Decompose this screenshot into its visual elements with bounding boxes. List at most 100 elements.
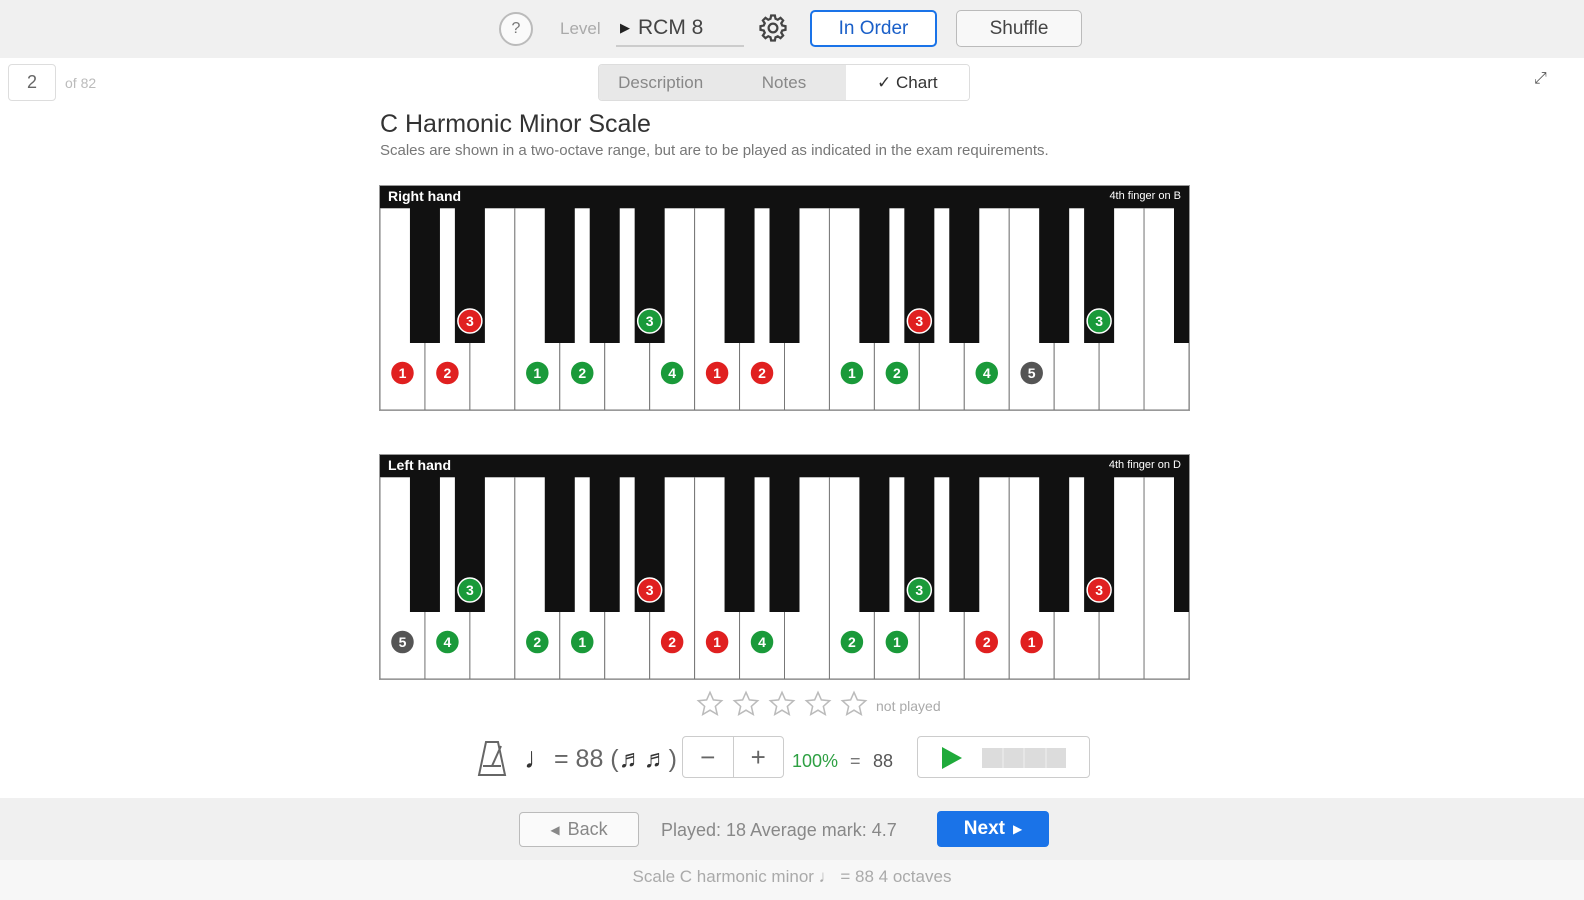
left-hand-keyboard: Left hand 4th finger on D 5 4 2 1 2 1 4 2 1 2 1 3 3 3… (379, 454, 1190, 680)
in-order-button[interactable]: In Order (810, 10, 937, 47)
finger-marker: 4 (659, 360, 685, 386)
svg-text:1: 1 (713, 365, 721, 381)
piano-keys: 5 4 2 1 2 1 4 2 1 2 1 3 3 3 3 (380, 477, 1189, 679)
next-label: Next (963, 818, 1005, 839)
star-icon[interactable] (768, 690, 796, 718)
svg-text:3: 3 (646, 582, 654, 598)
expand-icon[interactable]: ⤢ (1534, 70, 1554, 90)
tempo-suffix: ) (668, 744, 677, 773)
shuffle-button[interactable]: Shuffle (956, 10, 1082, 47)
level-value: RCM 8 (638, 16, 704, 39)
metronome-icon[interactable] (476, 738, 508, 778)
finger-marker: 3 (457, 308, 483, 334)
tab-description[interactable]: Description (599, 65, 723, 100)
item-index-input[interactable]: 2 (8, 64, 56, 101)
finger-marker: 2 (839, 629, 865, 655)
tab-chart[interactable]: ✓ Chart (845, 65, 969, 100)
tempo-prefix: = 88 ( (554, 744, 619, 773)
tempo-increase-button[interactable]: + (732, 737, 784, 777)
black-key (544, 477, 575, 612)
keyboard-header: Right hand 4th finger on B (380, 186, 1189, 208)
svg-text:3: 3 (646, 313, 654, 329)
back-arrow-icon: ◀ (550, 822, 560, 837)
svg-text:4: 4 (668, 365, 676, 381)
star-icon[interactable] (804, 690, 832, 718)
svg-text:3: 3 (466, 313, 474, 329)
black-key (724, 477, 755, 612)
black-key (859, 208, 890, 343)
tempo-stepper: − + (682, 736, 784, 778)
svg-text:2: 2 (848, 634, 856, 650)
finger-marker: 2 (524, 629, 551, 655)
black-key (589, 208, 620, 343)
tempo-label: ♩ = 88 ( ♬♬ ) (524, 742, 677, 776)
finger-marker: 4 (974, 360, 1000, 386)
playback-progress[interactable] (982, 748, 1066, 768)
svg-text:3: 3 (1095, 582, 1103, 598)
finger-marker: 2 (659, 629, 685, 655)
back-label: Back (567, 819, 608, 839)
stats-text: Played: 18 Average mark: 4.7 (661, 820, 897, 840)
finger-marker: 2 (569, 360, 595, 386)
finger-marker: 1 (389, 360, 416, 386)
footer-summary: Scale C harmonic minor ♩ = 88 4 octaves (0, 860, 1584, 900)
finger-marker: 2 (974, 629, 1000, 655)
black-key (1039, 477, 1070, 612)
play-icon[interactable] (938, 745, 964, 771)
back-button[interactable]: ◀ Back (519, 812, 639, 847)
svg-text:2: 2 (444, 365, 452, 381)
svg-text:3: 3 (915, 582, 923, 598)
black-key (1174, 477, 1189, 612)
view-tabs: Description Notes ✓ Chart (598, 64, 970, 101)
star-icon[interactable] (732, 690, 760, 718)
black-key (949, 477, 980, 612)
next-button[interactable]: Next ▶ (937, 811, 1049, 847)
level-label: Level (560, 19, 601, 38)
black-key (859, 477, 890, 612)
finger-marker: 1 (524, 360, 551, 386)
black-key (409, 477, 440, 612)
svg-text:1: 1 (399, 365, 407, 381)
black-key (724, 208, 755, 343)
tempo-equals: = (850, 751, 861, 771)
svg-text:1: 1 (533, 365, 541, 381)
star-icon[interactable] (696, 690, 724, 718)
svg-text:3: 3 (915, 313, 923, 329)
svg-text:1: 1 (1028, 634, 1036, 650)
bottom-nav: ◀ Back Played: 18 Average mark: 4.7 Next… (0, 798, 1584, 860)
black-key (589, 477, 620, 612)
rhythm-icon: ♬♬ (618, 744, 669, 773)
finger-marker: 4 (749, 629, 775, 655)
tab-notes[interactable]: Notes (722, 65, 846, 100)
level-dropdown[interactable]: ▶ RCM 8 (616, 11, 744, 47)
play-triangle-icon: ▶ (620, 20, 630, 35)
right-hand-keyboard: Right hand 4th finger on B 1 2 1 2 4 1 2 1 2 4 5 3 3… (379, 185, 1190, 411)
svg-text:2: 2 (983, 634, 991, 650)
next-arrow-icon: ▶ (1012, 822, 1023, 836)
black-key (769, 208, 800, 343)
finger-marker: 1 (704, 629, 730, 655)
help-icon: ? (511, 20, 521, 37)
help-button[interactable]: ? (499, 12, 533, 46)
finger-marker: 1 (569, 629, 595, 655)
star-icon[interactable] (840, 690, 868, 718)
svg-text:2: 2 (533, 634, 541, 650)
finger-marker: 1 (704, 360, 730, 386)
top-toolbar: ? Level ▶ RCM 8 In Order Shuffle (0, 0, 1584, 58)
svg-text:4: 4 (444, 634, 452, 650)
finger-marker: 2 (434, 360, 461, 386)
svg-text:1: 1 (848, 365, 856, 381)
rating-stars (696, 690, 868, 718)
black-key (949, 208, 980, 343)
rating-status: not played (876, 698, 941, 714)
finger-marker: 2 (884, 360, 910, 386)
black-key (1174, 208, 1189, 343)
keyboard-header: Left hand 4th finger on D (380, 455, 1189, 477)
black-key (544, 208, 575, 343)
gear-icon[interactable] (758, 13, 788, 43)
finger-marker: 3 (1086, 577, 1112, 603)
black-key (1039, 208, 1070, 343)
svg-text:2: 2 (758, 365, 766, 381)
page-title: C Harmonic Minor Scale (380, 110, 651, 138)
tempo-decrease-button[interactable]: − (683, 737, 733, 777)
